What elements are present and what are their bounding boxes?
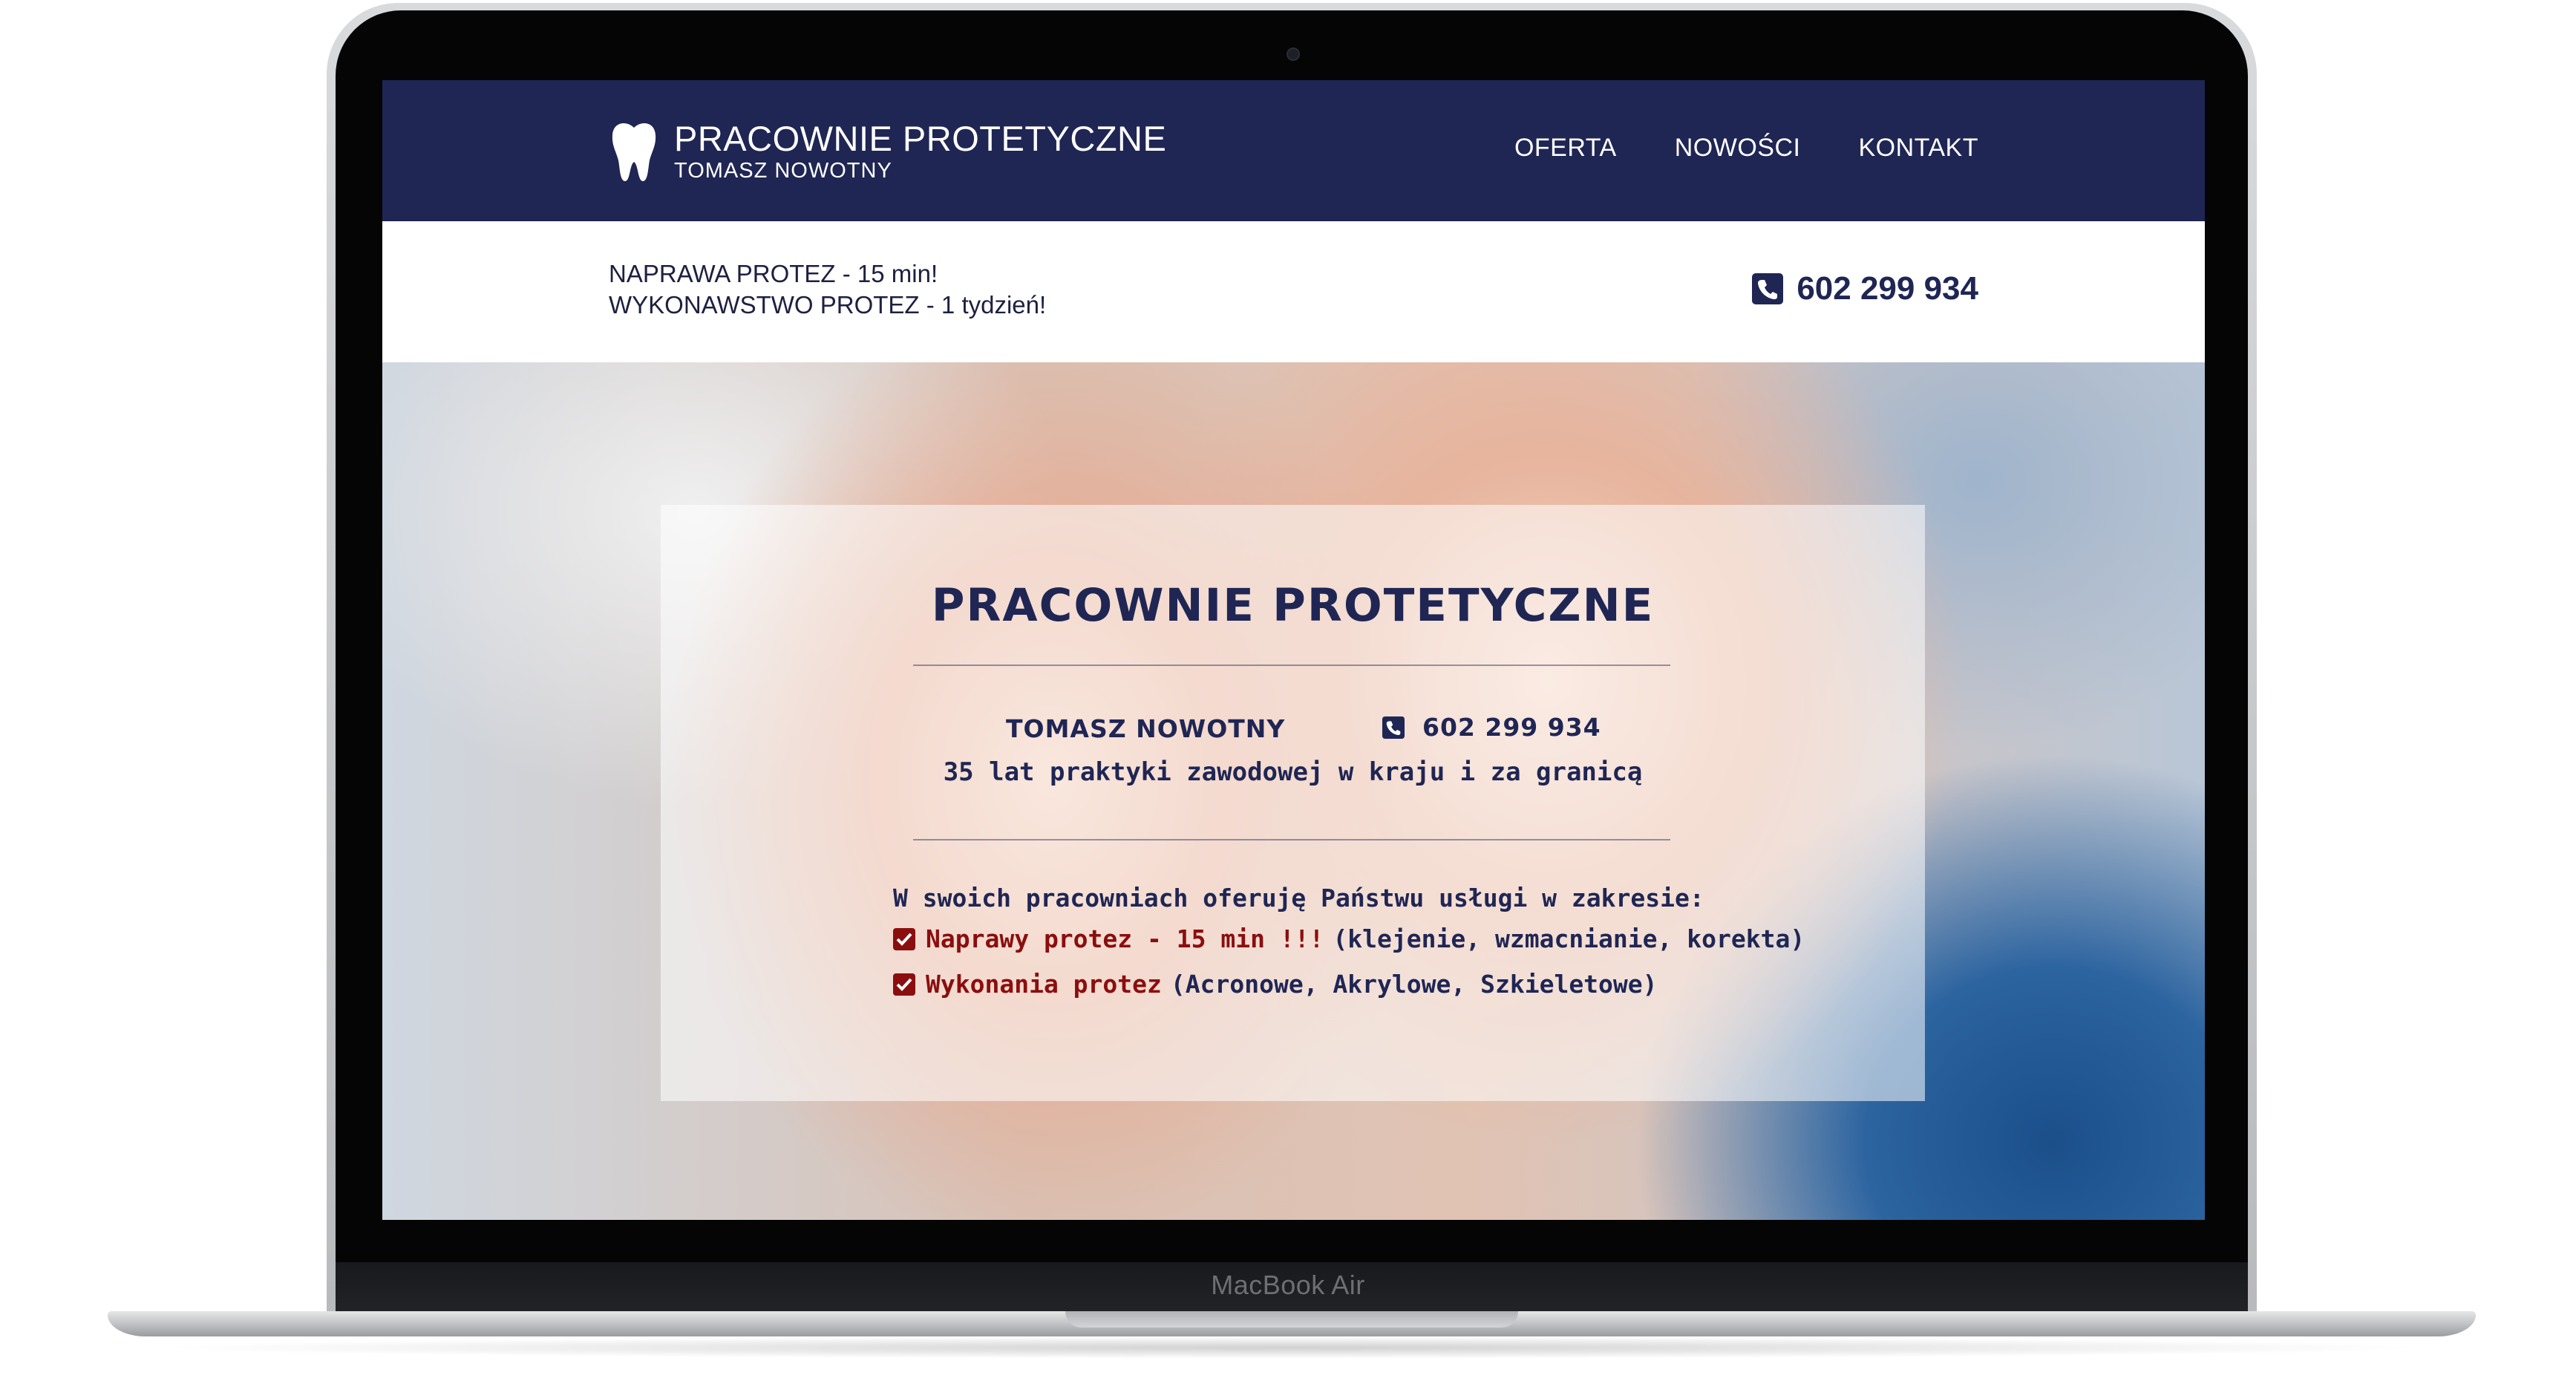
- hero-title: PRACOWNIE PROTETYCZNE: [931, 579, 1655, 632]
- laptop-shadow: [148, 1336, 2435, 1359]
- service-highlight: Wykonania protez: [926, 970, 1162, 999]
- service-item-repair: Naprawy protez - 15 min !!! (klejenie, w…: [893, 924, 1805, 953]
- main-nav: OFERTA NOWOŚCI KONTAKT: [1514, 134, 1978, 163]
- check-icon: [893, 927, 915, 950]
- divider-bottom: [913, 839, 1670, 840]
- laptop-notch: [1065, 1311, 1518, 1328]
- nav-kontakt[interactable]: KONTAKT: [1858, 134, 1978, 163]
- service-detail: (klejenie, wzmacnianie, korekta): [1333, 924, 1805, 953]
- divider-top: [913, 665, 1670, 666]
- device-label: MacBook Air: [1211, 1270, 1365, 1300]
- site-logo[interactable]: PRACOWNIE PROTETYCZNE TOMASZ NOWOTNY: [609, 119, 1166, 184]
- phone-icon: [1752, 273, 1784, 304]
- nav-nowosci[interactable]: NOWOŚCI: [1675, 134, 1801, 163]
- promo-line-production: WYKONAWSTWO PROTEZ - 1 tydzień!: [609, 291, 1047, 319]
- check-icon: [893, 973, 915, 996]
- brand-subtitle: TOMASZ NOWOTNY: [674, 159, 892, 183]
- header-phone-number: 602 299 934: [1797, 270, 1978, 307]
- owner-name: TOMASZ NOWOTNY: [1006, 714, 1286, 743]
- promo-text: NAPRAWA PROTEZ - 15 min! WYKONAWSTWO PRO…: [609, 258, 1046, 321]
- brand-title: PRACOWNIE PROTETYCZNE: [674, 119, 1167, 158]
- services-intro: W swoich pracowniach oferuję Państwu usł…: [893, 884, 1704, 912]
- phone-icon: [1382, 716, 1405, 739]
- promo-line-repair: NAPRAWA PROTEZ - 15 min!: [609, 260, 938, 287]
- hero-section: PRACOWNIE PROTETYCZNE TOMASZ NOWOTNY 602…: [382, 362, 2205, 1220]
- info-bar: NAPRAWA PROTEZ - 15 min! WYKONAWSTWO PRO…: [382, 221, 2205, 362]
- website-screen: PRACOWNIE PROTETYCZNE TOMASZ NOWOTNY OFE…: [382, 80, 2205, 1220]
- camera-icon: [1287, 48, 1300, 61]
- brand: PRACOWNIE PROTETYCZNE TOMASZ NOWOTNY: [674, 120, 1166, 183]
- hero-card: PRACOWNIE PROTETYCZNE TOMASZ NOWOTNY 602…: [661, 505, 1925, 1101]
- tooth-icon: [612, 123, 656, 181]
- hero-phone-number: 602 299 934: [1422, 713, 1601, 742]
- experience-text: 35 lat praktyki zawodowej w kraju i za g…: [943, 757, 1643, 787]
- service-highlight: Naprawy protez - 15 min !!!: [926, 924, 1324, 953]
- nav-oferta[interactable]: OFERTA: [1514, 134, 1617, 163]
- header-phone[interactable]: 602 299 934: [1752, 270, 1978, 307]
- hero-phone[interactable]: 602 299 934: [1382, 713, 1601, 742]
- service-detail: (Acronowe, Akrylowe, Szkieletowe): [1170, 970, 1658, 999]
- site-header: PRACOWNIE PROTETYCZNE TOMASZ NOWOTNY OFE…: [382, 80, 2205, 221]
- service-item-production: Wykonania protez (Acronowe, Akrylowe, Sz…: [893, 970, 1658, 999]
